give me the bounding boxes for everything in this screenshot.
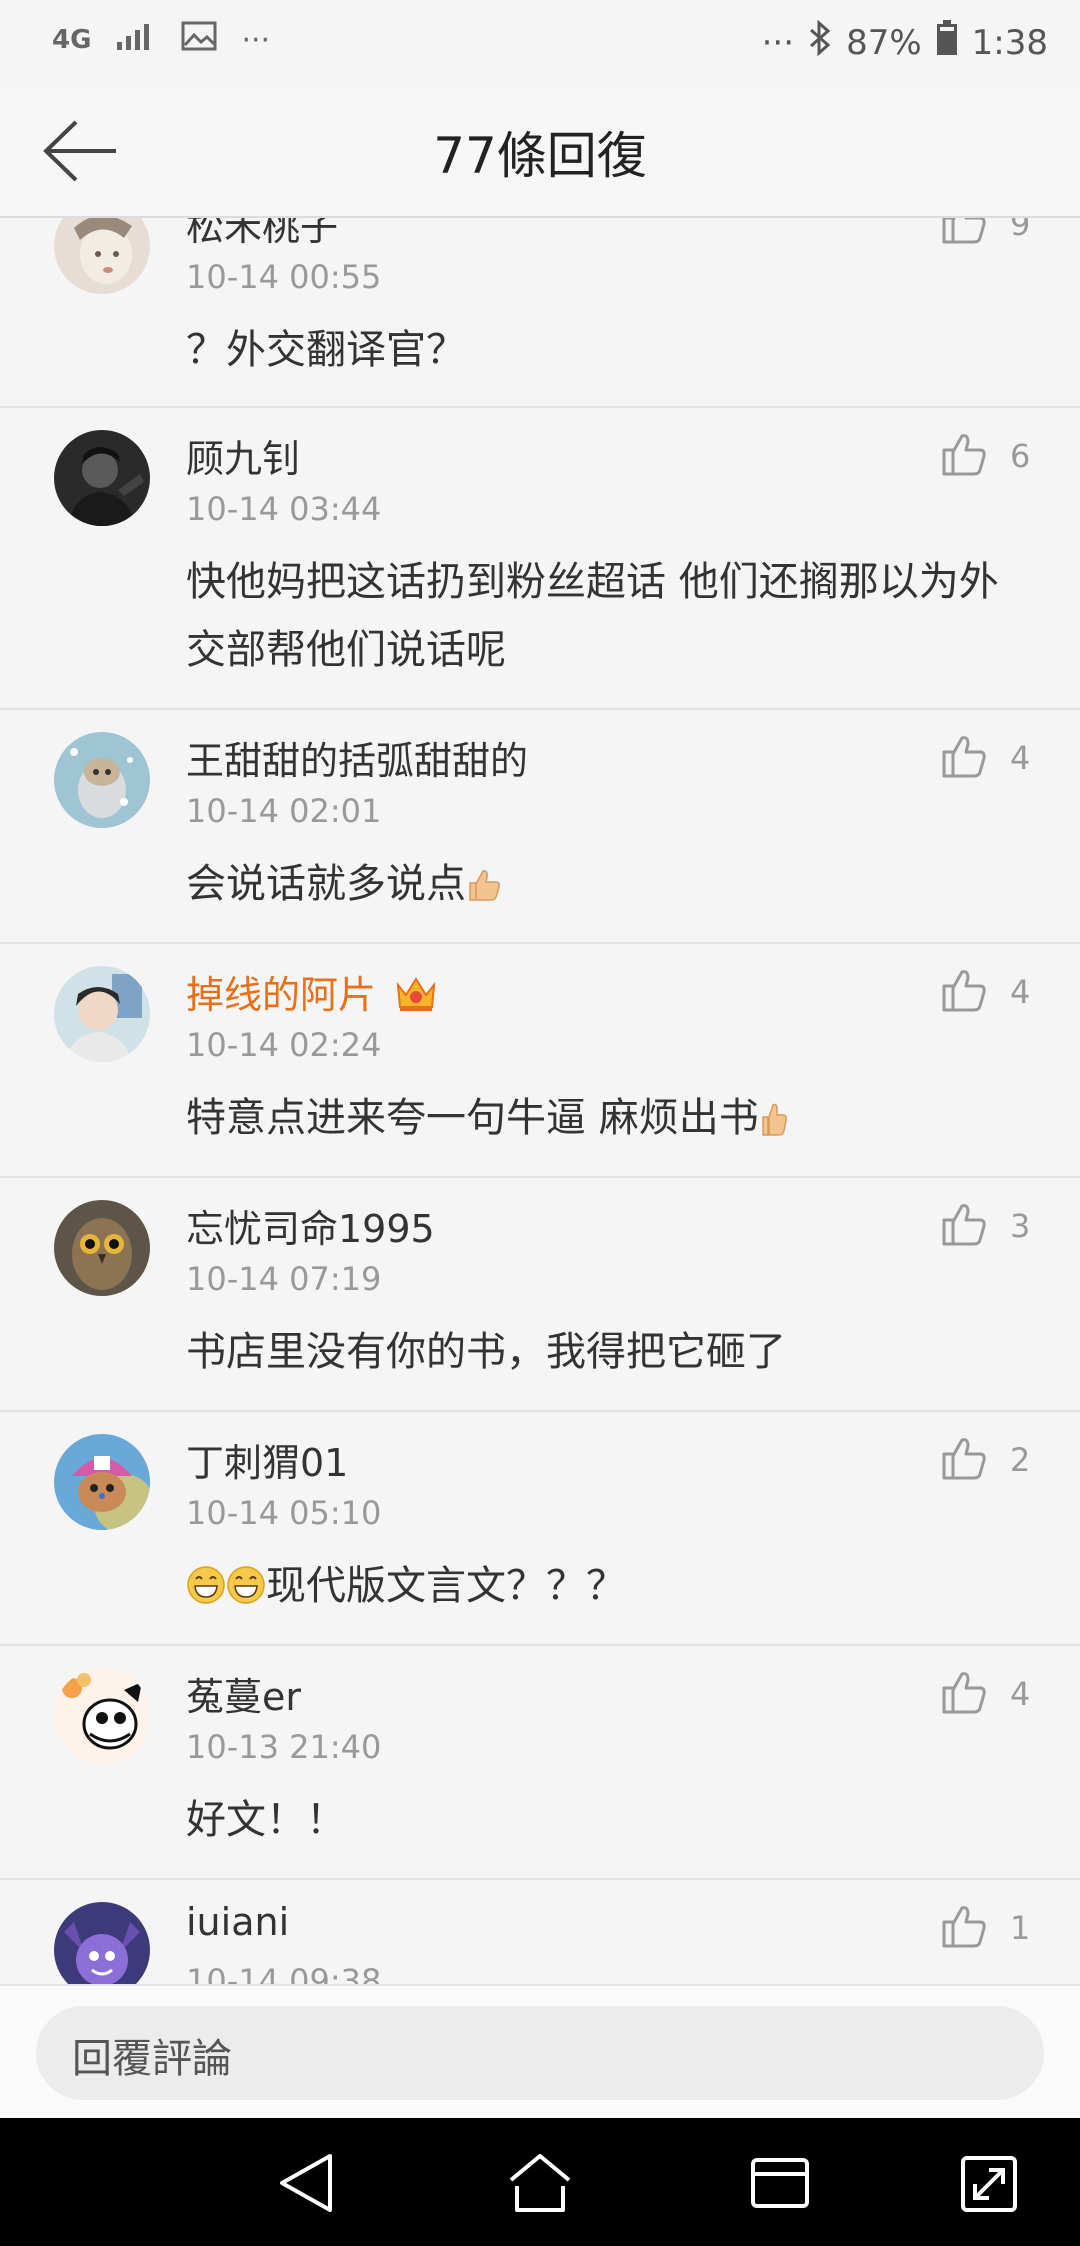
comment-time: 10-14 02:24: [186, 1026, 382, 1064]
reply-input[interactable]: [36, 2006, 1044, 2100]
image-notification-icon: [181, 21, 217, 59]
nav-recents-button[interactable]: [745, 2150, 815, 2216]
navigation-bar: [0, 2118, 1080, 2246]
thumbs-up-icon: [940, 1902, 988, 1954]
like-count: 2: [1010, 1441, 1031, 1479]
thumbs-up-icon: [940, 1434, 988, 1486]
battery-icon: [936, 20, 958, 65]
like-button[interactable]: 6: [940, 430, 1030, 482]
comment-time: 10-14 02:01: [186, 792, 382, 830]
grinning-emoji-icon: [186, 1558, 226, 1626]
comment-time: 10-13 21:40: [186, 1728, 382, 1766]
comment-time: 10-14 07:19: [186, 1260, 382, 1298]
comment-text: 快他妈把这话扔到粉丝超话 他们还搁那以为外交部帮他们说话呢: [186, 559, 999, 673]
nav-expand-button[interactable]: [955, 2150, 1025, 2216]
clock: 1:38: [971, 22, 1048, 63]
like-count: 4: [1010, 739, 1031, 777]
expand-icon: [955, 2156, 1025, 2220]
comment-item[interactable]: iuiani 10-14 09:38 1: [0, 1880, 1080, 1984]
thumbs-up-icon: [940, 732, 988, 784]
comment-item[interactable]: 忘忧司命1995 10-14 07:19 书店里没有你的书，我得把它砸了 3: [0, 1178, 1080, 1412]
thumbs-up-emoji-icon: [466, 856, 502, 924]
thumbs-up-icon: [940, 1200, 988, 1252]
comment-author[interactable]: 顾九钊: [186, 428, 300, 483]
avatar[interactable]: [54, 966, 150, 1062]
nav-back-button[interactable]: [270, 2150, 340, 2216]
avatar[interactable]: [54, 1434, 150, 1530]
like-button[interactable]: 3: [940, 1200, 1030, 1252]
avatar[interactable]: [54, 218, 150, 294]
comment-author[interactable]: 松禾桃子: [186, 218, 338, 251]
bluetooth-icon: [808, 19, 832, 65]
page-title: 77條回復: [433, 127, 647, 185]
avatar[interactable]: [54, 1902, 150, 1984]
like-count: 4: [1010, 1675, 1031, 1713]
comment-item[interactable]: 掉线的阿片 10-14 02:24 特意点进来夸一句牛逼 麻烦出书 4: [0, 944, 1080, 1178]
comment-list[interactable]: 松禾桃子 10-14 00:55 ？外交翻译官？ 9 顾九钊 10-14 03:…: [0, 218, 1080, 1984]
like-count: 9: [1010, 218, 1031, 243]
comment-author[interactable]: 王甜甜的括弧甜甜的: [186, 730, 528, 785]
more-status-icon: ···: [761, 22, 795, 63]
comment-text: 书店里没有你的书，我得把它砸了: [186, 1329, 786, 1375]
like-button[interactable]: 2: [940, 1434, 1030, 1486]
nav-home-button[interactable]: [505, 2150, 575, 2216]
avatar[interactable]: [54, 430, 150, 526]
comment-item[interactable]: 菟蔓er 10-13 21:40 好文！！ 4: [0, 1646, 1080, 1880]
comment-item[interactable]: 顾九钊 10-14 03:44 快他妈把这话扔到粉丝超话 他们还搁那以为外交部帮…: [0, 408, 1080, 710]
comment-author[interactable]: iuiani: [186, 1900, 289, 1944]
comment-author[interactable]: 忘忧司命1995: [186, 1198, 435, 1253]
nav-back-icon: [270, 2154, 340, 2220]
grinning-emoji-icon: [226, 1558, 266, 1626]
thumbs-up-icon: [940, 966, 988, 1018]
like-count: 6: [1010, 437, 1031, 475]
like-count: 4: [1010, 973, 1031, 1011]
like-button[interactable]: 1: [940, 1902, 1030, 1954]
thumbs-up-icon: [940, 430, 988, 482]
comment-time: 10-14 09:38: [186, 1962, 382, 1984]
like-button[interactable]: 4: [940, 732, 1030, 784]
comment-item[interactable]: 松禾桃子 10-14 00:55 ？外交翻译官？ 9: [0, 218, 1080, 408]
comment-item[interactable]: 王甜甜的括弧甜甜的 10-14 02:01 会说话就多说点 4: [0, 710, 1080, 944]
like-button[interactable]: 4: [940, 1668, 1030, 1720]
thumbs-up-icon: [940, 1668, 988, 1720]
comment-text: 现代版文言文？？？: [186, 1552, 1006, 1626]
comment-author[interactable]: 菟蔓er: [186, 1666, 301, 1721]
battery-percent: 87%: [846, 22, 922, 63]
more-notifications-icon: ···: [241, 22, 271, 58]
header: 77條回復: [0, 88, 1080, 218]
thumbs-up-emoji-icon: [759, 1090, 789, 1158]
signal-icon: [115, 20, 157, 60]
reply-bar: 回覆評論: [0, 1984, 1080, 2120]
comment-time: 10-14 03:44: [186, 490, 382, 528]
status-bar: 4G ··· ··· 87% 1:38: [0, 0, 1080, 88]
comment-text: 会说话就多说点: [186, 850, 1006, 924]
avatar[interactable]: [54, 1200, 150, 1296]
like-count: 3: [1010, 1207, 1031, 1245]
nav-recents-icon: [745, 2158, 815, 2220]
comment-author[interactable]: 掉线的阿片: [186, 964, 438, 1022]
comment-item[interactable]: 丁刺猬01 10-14 05:10 现代版文言文？？？ 2: [0, 1412, 1080, 1646]
comment-time: 10-14 00:55: [186, 258, 382, 296]
comment-author[interactable]: 丁刺猬01: [186, 1432, 348, 1487]
thumbs-up-icon: [940, 218, 988, 250]
nav-home-icon: [505, 2154, 575, 2220]
like-button[interactable]: 4: [940, 966, 1030, 1018]
vip-crown-icon: [394, 973, 438, 1022]
comment-text: 好文！！: [186, 1797, 346, 1843]
like-button[interactable]: 9: [940, 218, 1030, 250]
avatar[interactable]: [54, 1668, 150, 1764]
network-4g-icon: 4G: [52, 25, 92, 55]
comment-time: 10-14 05:10: [186, 1494, 382, 1532]
like-count: 1: [1010, 1909, 1031, 1947]
comment-text: ？外交翻译官？: [186, 327, 466, 373]
avatar[interactable]: [54, 732, 150, 828]
comment-text: 特意点进来夸一句牛逼 麻烦出书: [186, 1084, 1006, 1158]
